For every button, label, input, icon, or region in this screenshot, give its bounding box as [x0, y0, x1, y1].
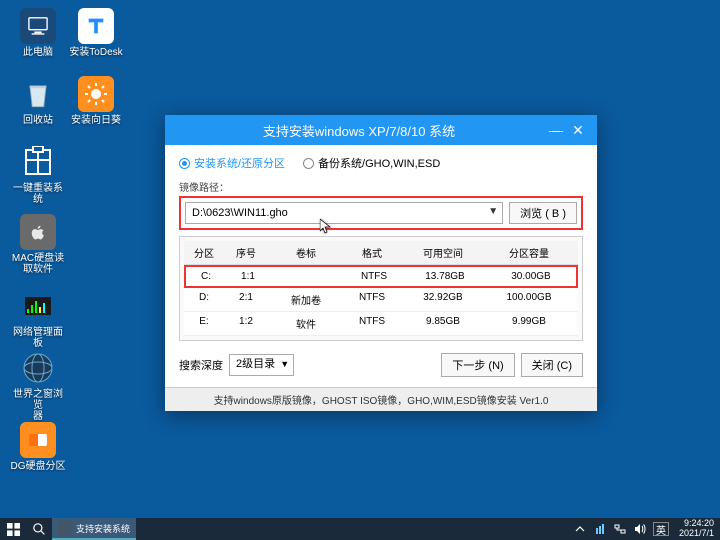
icon-recycle-bin[interactable]: 回收站: [10, 76, 66, 126]
icon-reinstall[interactable]: 一键重装系统: [10, 144, 66, 205]
table-row[interactable]: C: 1:1 NTFS 13.78GB 30.00GB: [184, 265, 578, 288]
close-button[interactable]: ✕: [567, 119, 589, 141]
table-row[interactable]: D: 2:1 新加卷 NTFS 32.92GB 100.00GB: [184, 288, 578, 312]
radio-install-restore[interactable]: 安装系统/还原分区: [179, 155, 285, 171]
icon-label: MAC硬盘读 取软件: [12, 253, 64, 275]
partition-table: 分区 序号 卷标 格式 可用空间 分区容量 C: 1:1 NTFS 13.78G…: [179, 236, 583, 341]
search-depth-label: 搜索深度: [179, 357, 223, 373]
system-tray: 英 9:24:20 2021/7/1: [573, 519, 720, 539]
browse-button[interactable]: 浏览 ( B ): [509, 202, 577, 224]
app-icon: [58, 521, 72, 535]
minimize-button[interactable]: —: [545, 119, 567, 141]
clock-date: 2021/7/1: [679, 529, 714, 539]
col-size: 分区容量: [486, 241, 572, 264]
titlebar[interactable]: 支持安装windows XP/7/8/10 系统 — ✕: [165, 115, 597, 145]
icon-theworld-browser[interactable]: 世界之窗浏览 器: [10, 350, 66, 422]
table-row[interactable]: E: 1:2 软件 NTFS 9.85GB 9.99GB: [184, 312, 578, 336]
icon-label: 回收站: [23, 115, 53, 126]
icon-network-panel[interactable]: 网络管理面板: [10, 288, 66, 349]
col-volume: 卷标: [268, 241, 344, 264]
icon-label: 一键重装系统: [10, 183, 66, 205]
tray-icon[interactable]: [593, 522, 607, 536]
highlighted-path-row: D:\0623\WIN11.gho ▼ 浏览 ( B ): [179, 196, 583, 230]
icon-todesk[interactable]: 安装ToDesk: [68, 8, 124, 58]
image-path-dropdown[interactable]: D:\0623\WIN11.gho ▼: [185, 202, 503, 224]
taskbar-app-label: 支持安装系统: [76, 522, 130, 535]
taskbar-active-app[interactable]: 支持安装系统: [52, 518, 136, 540]
icon-mac-disk[interactable]: MAC硬盘读 取软件: [10, 214, 66, 275]
start-button[interactable]: [0, 518, 26, 540]
close-dialog-button[interactable]: 关闭 (C): [521, 353, 583, 377]
search-button[interactable]: [26, 518, 52, 540]
search-depth-select[interactable]: 2级目录: [229, 354, 294, 376]
icon-label: DG硬盘分区: [11, 461, 66, 472]
taskbar: 支持安装系统 英 9:24:20 2021/7/1: [0, 518, 720, 540]
icon-dg-partition[interactable]: DG硬盘分区: [10, 422, 66, 472]
volume-icon[interactable]: [633, 522, 647, 536]
icon-label: 网络管理面板: [10, 327, 66, 349]
col-drive: 分区: [184, 241, 224, 264]
tray-up-icon[interactable]: [573, 522, 587, 536]
network-icon[interactable]: [613, 522, 627, 536]
table-header: 分区 序号 卷标 格式 可用空间 分区容量: [184, 241, 578, 265]
status-bar: 支持windows原版镜像，GHOST ISO镜像，GHO,WIM,ESD镜像安…: [165, 387, 597, 411]
next-button[interactable]: 下一步 (N): [441, 353, 514, 377]
radio-label: 备份系统/GHO,WIN,ESD: [318, 155, 440, 171]
icon-sunflower[interactable]: 安装向日葵: [68, 76, 124, 126]
clock[interactable]: 9:24:20 2021/7/1: [675, 519, 714, 539]
icon-label: 安装向日葵: [71, 115, 121, 126]
image-path-label: 镜像路径：: [179, 179, 583, 194]
dropdown-icon: ▼: [488, 206, 498, 217]
ime-icon[interactable]: 英: [653, 522, 669, 536]
col-fs: 格式: [344, 241, 400, 264]
col-index: 序号: [224, 241, 268, 264]
radio-backup[interactable]: 备份系统/GHO,WIN,ESD: [303, 155, 440, 171]
icon-this-pc[interactable]: 此电脑: [10, 8, 66, 58]
icon-label: 世界之窗浏览 器: [10, 389, 66, 422]
path-value: D:\0623\WIN11.gho: [192, 207, 288, 219]
icon-label: 此电脑: [23, 47, 53, 58]
install-dialog: 支持安装windows XP/7/8/10 系统 — ✕ 安装系统/还原分区 备…: [165, 115, 597, 411]
radio-label: 安装系统/还原分区: [194, 155, 285, 171]
col-free: 可用空间: [400, 241, 486, 264]
icon-label: 安装ToDesk: [69, 47, 122, 58]
dialog-title: 支持安装windows XP/7/8/10 系统: [173, 121, 545, 140]
